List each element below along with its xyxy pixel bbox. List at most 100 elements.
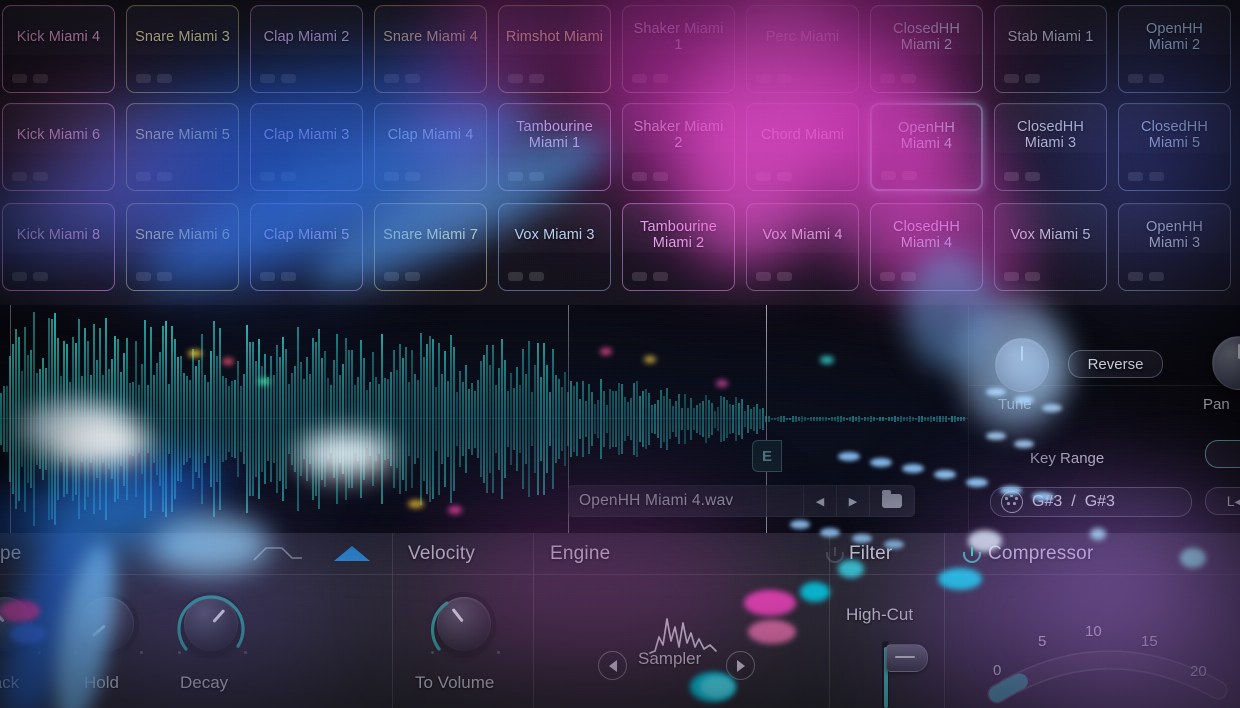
pad-label: Snare Miami 7 bbox=[379, 204, 482, 266]
pad-status-dots bbox=[508, 272, 544, 281]
compressor-power-button[interactable] bbox=[963, 545, 981, 563]
pad-status-dots bbox=[880, 272, 916, 281]
prev-engine-button[interactable] bbox=[598, 651, 627, 680]
pad[interactable]: Tambourine Miami 1 bbox=[498, 103, 611, 191]
pad[interactable]: Snare Miami 5 bbox=[126, 103, 239, 191]
gauge-tick-20: 20 bbox=[1190, 663, 1207, 680]
pad-label: Clap Miami 4 bbox=[379, 104, 482, 166]
next-sample-button[interactable]: ▶ bbox=[836, 486, 869, 516]
pad[interactable]: Vox Miami 5 bbox=[994, 203, 1107, 291]
hold-knob[interactable] bbox=[80, 597, 134, 651]
pad-label: Snare Miami 4 bbox=[379, 6, 482, 68]
pad-status-dots bbox=[1128, 172, 1164, 181]
pad[interactable]: Snare Miami 6 bbox=[126, 203, 239, 291]
pad-status-dots bbox=[880, 74, 916, 83]
envelope-header: pe bbox=[0, 533, 392, 575]
sample-start-marker[interactable] bbox=[10, 305, 11, 533]
key-range-field[interactable]: G#3 / G#3 bbox=[990, 487, 1192, 517]
pad[interactable]: OpenHH Miami 2 bbox=[1118, 5, 1231, 93]
envelope-ahd-icon[interactable] bbox=[252, 543, 304, 563]
pad-status-dots bbox=[260, 74, 296, 83]
pad-label: ClosedHH Miami 3 bbox=[999, 104, 1102, 166]
pad-status-dots bbox=[12, 74, 48, 83]
pad[interactable]: Shaker Miami 1 bbox=[622, 5, 735, 93]
pad-row: Kick Miami 8 Snare Miami 6 Clap Miami 5 Sna… bbox=[0, 203, 1240, 299]
velocity-header: Velocity bbox=[393, 533, 533, 575]
pad-status-dots bbox=[1004, 172, 1040, 181]
pad[interactable]: Chord Miami bbox=[746, 103, 859, 191]
pad-label: Clap Miami 5 bbox=[255, 204, 358, 266]
envelope-shape-toggles bbox=[252, 543, 378, 563]
pad[interactable]: Snare Miami 4 bbox=[374, 5, 487, 93]
pad[interactable]: Stab Miami 1 bbox=[994, 5, 1107, 93]
link-button[interactable]: L◀ bbox=[1205, 487, 1240, 515]
attack-knob[interactable] bbox=[0, 597, 32, 651]
pad-label: Kick Miami 4 bbox=[7, 6, 110, 68]
pad[interactable]: ClosedHH Miami 3 bbox=[994, 103, 1107, 191]
pad-status-dots bbox=[632, 272, 668, 281]
pad[interactable]: Shaker Miami 2 bbox=[622, 103, 735, 191]
pad-status-dots bbox=[384, 74, 420, 83]
reverse-button[interactable]: Reverse bbox=[1068, 350, 1163, 378]
hold-label: Hold bbox=[84, 673, 119, 693]
pad-status-dots bbox=[136, 172, 172, 181]
pad-label: Chord Miami bbox=[751, 104, 854, 166]
midi-out-toggle[interactable] bbox=[1205, 440, 1240, 468]
engine-title: Engine bbox=[550, 543, 610, 565]
pad-status-dots bbox=[12, 272, 48, 281]
filter-param-label: High-Cut bbox=[846, 605, 913, 625]
next-engine-button[interactable] bbox=[726, 651, 755, 680]
pad[interactable]: Snare Miami 3 bbox=[126, 5, 239, 93]
key-range-high: G#3 bbox=[1085, 493, 1115, 511]
pad-label: Perc Miami bbox=[751, 6, 854, 68]
filter-power-button[interactable] bbox=[826, 545, 844, 563]
pad-label: Snare Miami 3 bbox=[131, 6, 234, 68]
pad[interactable]: OpenHH Miami 4 bbox=[870, 103, 983, 191]
chevron-left-icon: ◀ bbox=[816, 495, 824, 508]
pad-row: Kick Miami 6Snare Miami 5 Clap Miami 3 Cla… bbox=[0, 103, 1240, 199]
filter-slider-handle[interactable] bbox=[886, 644, 928, 672]
pad-label: Clap Miami 3 bbox=[255, 104, 358, 166]
section-compressor: Compressor 0 5 10 15 20 bbox=[945, 533, 1240, 708]
pad[interactable]: Clap Miami 2 bbox=[250, 5, 363, 93]
pad[interactable]: ClosedHH Miami 5 bbox=[1118, 103, 1231, 191]
section-engine: Engine Sampler bbox=[534, 533, 829, 708]
pad-label: OpenHH Miami 4 bbox=[876, 105, 977, 167]
pad[interactable]: Vox Miami 4 bbox=[746, 203, 859, 291]
pad[interactable]: ClosedHH Miami 2 bbox=[870, 5, 983, 93]
pad[interactable]: Vox Miami 3 bbox=[498, 203, 611, 291]
pad-label: Snare Miami 6 bbox=[131, 204, 234, 266]
chevron-right-icon bbox=[737, 660, 745, 672]
pad[interactable]: Clap Miami 4 bbox=[374, 103, 487, 191]
pad[interactable]: Tambourine Miami 2 bbox=[622, 203, 735, 291]
pad-label: ClosedHH Miami 4 bbox=[875, 204, 978, 266]
prev-sample-button[interactable]: ◀ bbox=[803, 486, 836, 516]
pad-status-dots bbox=[508, 74, 544, 83]
tune-knob[interactable] bbox=[995, 338, 1049, 392]
pad-label: Vox Miami 3 bbox=[503, 204, 606, 266]
pad[interactable]: OpenHH Miami 3 bbox=[1118, 203, 1231, 291]
pad-label: Clap Miami 2 bbox=[255, 6, 358, 68]
pad-label: Stab Miami 1 bbox=[999, 6, 1102, 68]
pad[interactable]: Perc Miami bbox=[746, 5, 859, 93]
chevron-left-icon bbox=[609, 660, 617, 672]
pad-label: Vox Miami 5 bbox=[999, 204, 1102, 266]
waveform-zero-line bbox=[0, 418, 968, 419]
browse-sample-button[interactable] bbox=[869, 486, 914, 516]
pad[interactable]: Kick Miami 6 bbox=[2, 103, 115, 191]
engine-header: Engine bbox=[534, 533, 829, 575]
pad-label: ClosedHH Miami 5 bbox=[1123, 104, 1226, 166]
pad[interactable]: Rimshot Miami bbox=[498, 5, 611, 93]
decay-arc bbox=[172, 585, 250, 663]
velocity-to-volume-label: To Volume bbox=[415, 673, 494, 693]
pad[interactable]: Kick Miami 8 bbox=[2, 203, 115, 291]
envelope-ad-icon[interactable] bbox=[326, 543, 378, 563]
pad[interactable]: ClosedHH Miami 4 bbox=[870, 203, 983, 291]
pad[interactable]: Clap Miami 3 bbox=[250, 103, 363, 191]
pad[interactable]: Snare Miami 7 bbox=[374, 203, 487, 291]
sample-end-marker[interactable]: E bbox=[752, 440, 782, 472]
pad-label: OpenHH Miami 3 bbox=[1123, 204, 1226, 266]
pad[interactable]: Kick Miami 4 bbox=[2, 5, 115, 93]
pad-status-dots bbox=[632, 74, 668, 83]
pad[interactable]: Clap Miami 5 bbox=[250, 203, 363, 291]
